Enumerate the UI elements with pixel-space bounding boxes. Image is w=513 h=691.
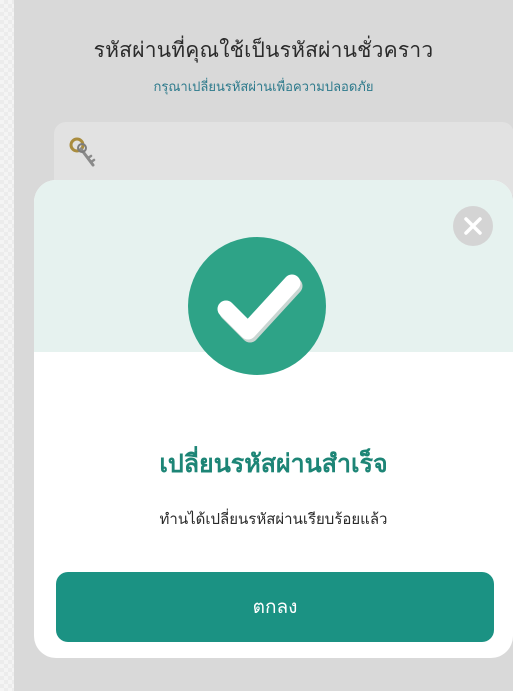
ok-button[interactable]: ตกลง [56, 572, 494, 642]
success-badge [188, 237, 326, 375]
page-title: รหัสผ่านที่คุณใช้เป็นรหัสผ่านชั่วคราว [93, 38, 434, 62]
success-dialog: เปลี่ยนรหัสผ่านสำเร็จ ทำนได้เปลี่ยนรหัสผ… [34, 180, 513, 658]
close-button[interactable] [453, 206, 493, 246]
key-icon [68, 136, 98, 170]
close-icon [453, 206, 493, 246]
dialog-title: เปลี่ยนรหัสผ่านสำเร็จ [159, 449, 388, 478]
dialog-message: ทำนได้เปลี่ยนรหัสผ่านเรียบร้อยแล้ว [159, 510, 388, 528]
page-subtitle: กรุณาเปลี่ยนรหัสผ่านเพื่อความปลอดภัย [153, 80, 374, 95]
